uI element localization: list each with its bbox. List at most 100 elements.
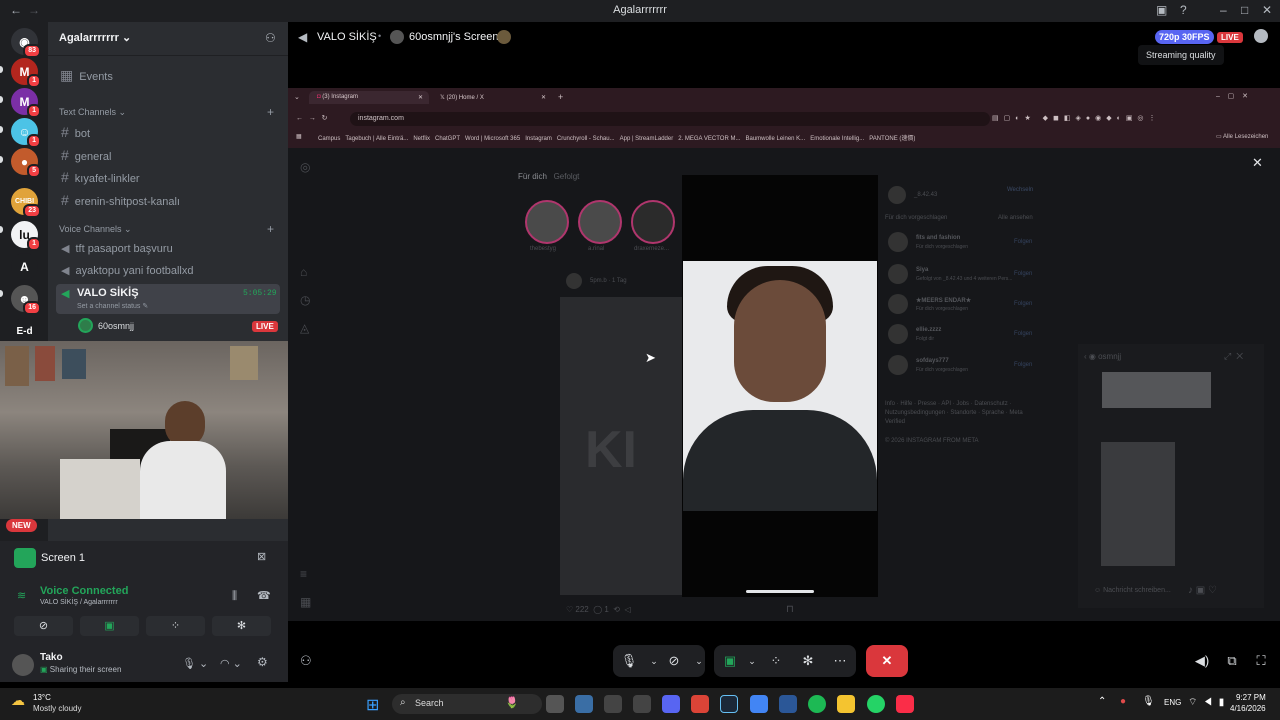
browser-window-controls[interactable]: – ▢ ✕ bbox=[1216, 92, 1248, 100]
add-voice-channel-icon[interactable]: + bbox=[267, 222, 274, 236]
new-tab-icon[interactable]: + bbox=[558, 92, 563, 102]
extension-icons[interactable]: ▤▢◐★ ◆◼◧◈●◉◆◐▣◎⋮ bbox=[992, 114, 1161, 122]
soundboard-button[interactable]: ✻ bbox=[212, 616, 271, 636]
story-avatar[interactable] bbox=[525, 200, 569, 244]
all-bookmarks[interactable]: ▭ Alle Lesezeichen bbox=[1216, 133, 1268, 140]
avatar[interactable] bbox=[12, 654, 34, 676]
voice-member-name[interactable]: 60osmnjj bbox=[98, 321, 134, 331]
minimize-icon[interactable]: – bbox=[1220, 3, 1227, 17]
streaming-quality-badge[interactable]: 720p 30FPS bbox=[1155, 30, 1214, 44]
clock-time[interactable]: 9:27 PM bbox=[1236, 693, 1266, 702]
tray-network-volume-icon[interactable]: ⌔◀▮ bbox=[1188, 696, 1230, 709]
suggestion-name[interactable]: Siya bbox=[916, 267, 928, 273]
chrome-app-icon[interactable] bbox=[691, 695, 709, 713]
chevron-down-icon[interactable]: ⌄ bbox=[683, 645, 715, 677]
feed-tabs[interactable]: Für dich Gefolgt bbox=[518, 172, 579, 181]
events-item[interactable]: ▦ Events bbox=[60, 67, 113, 84]
close-reel-icon[interactable]: ✕ bbox=[1252, 155, 1263, 171]
stop-stream-icon[interactable]: ⊠ bbox=[257, 550, 266, 563]
dm-image[interactable] bbox=[1102, 372, 1211, 408]
suggestion-name[interactable]: sofdays777 bbox=[916, 358, 949, 364]
weather-icon[interactable]: ☁ bbox=[11, 692, 25, 709]
apps-icon[interactable]: ▦ bbox=[296, 133, 302, 140]
username[interactable]: Tako bbox=[40, 652, 63, 663]
follow-button[interactable]: Folgen bbox=[1014, 239, 1032, 245]
tray-mic-icon[interactable]: 🎙︎ bbox=[1142, 696, 1155, 707]
noise-suppression-icon[interactable]: ⫼ bbox=[232, 590, 237, 603]
deafen-icon[interactable]: ◠ ⌄ bbox=[220, 657, 242, 670]
disconnect-icon[interactable]: ☎ bbox=[257, 589, 271, 602]
follow-button[interactable]: Folgen bbox=[1014, 271, 1032, 277]
add-channel-icon[interactable]: + bbox=[267, 105, 274, 119]
voice-channel-item[interactable]: ◀ tft pasaport başvuru bbox=[61, 242, 173, 255]
volume-icon[interactable]: ◀) bbox=[1186, 645, 1218, 677]
suggestion-name[interactable]: ellie.zzzz bbox=[916, 327, 941, 333]
switch-link[interactable]: Wechseln bbox=[1007, 187, 1033, 193]
channel-status[interactable]: Set a channel status ✎ bbox=[77, 302, 148, 310]
screen-share-button[interactable]: ▣ bbox=[80, 616, 139, 636]
server-icon[interactable]: ☺ 1 bbox=[11, 118, 41, 148]
popout-icon[interactable]: ⧉ bbox=[1216, 645, 1248, 677]
language-indicator[interactable]: ENG bbox=[1164, 698, 1181, 707]
end-call-button[interactable]: ✕ bbox=[866, 645, 908, 677]
server-icon[interactable]: M1 bbox=[11, 88, 41, 118]
dm-video-thumb[interactable] bbox=[1101, 442, 1175, 566]
help-icon[interactable]: ? bbox=[1180, 3, 1187, 17]
voice-location[interactable]: VALO SİKİŞ / Agalarrrrrrr bbox=[40, 599, 118, 606]
chrome-app-icon[interactable] bbox=[750, 695, 768, 713]
dm-controls-icon[interactable]: ⤢ ✕ bbox=[1224, 351, 1243, 362]
tab-list-icon[interactable]: ⌄ bbox=[294, 93, 300, 101]
channel-item[interactable]: # erenin-shitpost-kanalı bbox=[61, 192, 180, 208]
app-icon[interactable] bbox=[633, 695, 651, 713]
clock-date[interactable]: 4/16/2026 bbox=[1230, 704, 1266, 713]
see-all-link[interactable]: Alle ansehen bbox=[998, 215, 1033, 221]
file-explorer-icon[interactable] bbox=[837, 695, 855, 713]
browser-tab[interactable]: 𝕏 (20) Home / X ✕ bbox=[432, 91, 552, 104]
app-icon[interactable] bbox=[604, 695, 622, 713]
add-member-icon[interactable]: ⚇ bbox=[265, 31, 276, 45]
camera-off-button[interactable]: ⊘ bbox=[14, 616, 73, 636]
story-avatar[interactable] bbox=[631, 200, 675, 244]
voice-channels-category[interactable]: Voice Channels ⌄ bbox=[59, 224, 132, 235]
suggestion-name[interactable]: fits and fashion bbox=[916, 235, 960, 241]
post-user[interactable]: 5pm.b · 1 Tag bbox=[590, 278, 627, 284]
windows-start-icon[interactable]: ⊞ bbox=[366, 695, 379, 715]
close-icon[interactable]: ✕ bbox=[1262, 3, 1272, 17]
fullscreen-icon[interactable]: ⛶ bbox=[1245, 645, 1277, 677]
dm-input-icons[interactable]: ♪ ▣ ♡ bbox=[1188, 585, 1217, 596]
dm-input[interactable]: ☺ Nachricht schreiben... bbox=[1094, 587, 1171, 594]
story-avatar[interactable] bbox=[578, 200, 622, 244]
bookmarks-bar[interactable]: Campus Tagebuch | Alle Einträ... Netflix… bbox=[318, 133, 1198, 142]
follow-button[interactable]: Folgen bbox=[1014, 331, 1032, 337]
server-icon[interactable]: M1 bbox=[11, 58, 41, 88]
profile-name[interactable]: _8.42.43 bbox=[914, 192, 937, 198]
server-icon[interactable]: A bbox=[11, 253, 38, 280]
settings-app-icon[interactable] bbox=[575, 695, 593, 713]
app-icon[interactable] bbox=[779, 695, 797, 713]
nav-arrows-icon[interactable]: ← → ↻ bbox=[296, 114, 328, 122]
spotify-app-icon[interactable] bbox=[808, 695, 826, 713]
follow-button[interactable]: Folgen bbox=[1014, 362, 1032, 368]
soundboard-icon[interactable]: ✻ bbox=[792, 645, 824, 677]
voice-channel-item[interactable]: ◀ ayaktopu yani footballxd bbox=[61, 264, 194, 277]
channel-item[interactable]: # bot bbox=[61, 124, 90, 140]
instagram-menu-icons[interactable]: ≡ ▦ bbox=[300, 560, 311, 616]
save-icon[interactable]: ⊓ bbox=[786, 604, 794, 615]
server-icon[interactable]: ● 5 bbox=[11, 148, 41, 178]
steam-app-icon[interactable] bbox=[720, 695, 738, 713]
channel-item[interactable]: # kıyafet-linkler bbox=[61, 169, 140, 185]
text-channels-category[interactable]: Text Channels ⌄ bbox=[59, 107, 126, 118]
task-view-icon[interactable] bbox=[546, 695, 564, 713]
post-actions[interactable]: ♡ 222 ◯ 1 ⟲ ◁ bbox=[566, 605, 631, 614]
webcam-video[interactable] bbox=[0, 341, 315, 519]
follow-button[interactable]: Folgen bbox=[1014, 301, 1032, 307]
address-bar[interactable]: instagram.com bbox=[350, 112, 990, 126]
server-icon[interactable]: lu 1 bbox=[11, 221, 41, 251]
header-channel-name[interactable]: VALO SİKİŞ bbox=[317, 31, 377, 43]
voice-connected-label[interactable]: Voice Connected bbox=[40, 585, 128, 597]
guild-name[interactable]: Agalarrrrrrr ⌄ bbox=[59, 31, 131, 44]
instagram-nav-icons[interactable]: ⌂ ◷ ◬ bbox=[300, 258, 310, 342]
server-icon[interactable]: CHIBI 23 bbox=[11, 188, 41, 218]
more-icon[interactable]: ⋯ bbox=[824, 645, 856, 677]
maximize-icon[interactable]: □ bbox=[1241, 3, 1248, 17]
